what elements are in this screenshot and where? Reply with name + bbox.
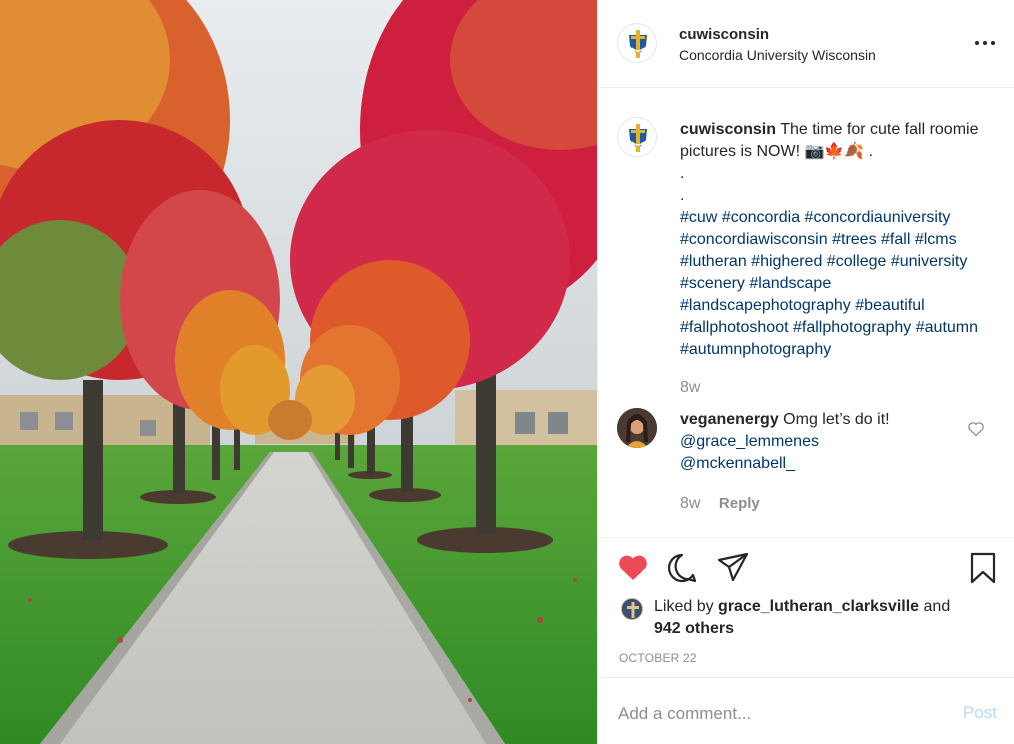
heart-filled-icon[interactable] (617, 552, 649, 582)
liked-by-text: Liked by grace_lutheran_clarksville and … (654, 596, 994, 640)
user-photo-icon (617, 408, 657, 448)
add-comment-bar: Post (598, 677, 1014, 744)
likes-count[interactable]: 942 others (654, 620, 734, 637)
hashtag-link[interactable]: #college (827, 253, 887, 270)
fall-trees-walkway-image (0, 0, 597, 744)
cross-shield-logo-icon (629, 30, 647, 58)
reply-timestamp[interactable]: 8w (680, 495, 700, 512)
comment-input[interactable] (618, 702, 938, 726)
reply-body: Omg let’s do it! (783, 411, 890, 428)
liked-by-username[interactable]: grace_lutheran_clarksville (718, 598, 919, 615)
liked-by-avatar[interactable] (621, 598, 643, 620)
church-logo-icon (622, 599, 642, 619)
hashtag-link[interactable]: #fall (881, 231, 910, 248)
post-actions: Liked by grace_lutheran_clarksville and … (598, 537, 1014, 677)
hashtag-link[interactable]: #beautiful (855, 297, 924, 314)
hashtag-link[interactable]: #highered (751, 253, 822, 270)
post-photo[interactable] (0, 0, 597, 744)
comment-bubble-icon[interactable] (666, 552, 698, 584)
mention-link[interactable]: @mckennabell_ (680, 453, 970, 475)
post-date[interactable]: OCTOBER 22 (619, 651, 697, 665)
post-header: cuwisconsin Concordia University Wiscons… (598, 0, 1014, 88)
caption-dot: . (680, 165, 685, 182)
reply-text: veganenergy Omg let’s do it! @grace_lemm… (680, 409, 970, 475)
more-options-icon[interactable] (973, 33, 997, 53)
caption-dot: . (680, 187, 685, 204)
hashtag-link[interactable]: #university (891, 253, 967, 270)
hashtag-link[interactable]: #fallphotography (793, 319, 911, 336)
hashtag-link[interactable]: #autumnphotography (680, 341, 831, 358)
caption-text: cuwisconsin The time for cute fall roomi… (680, 119, 1000, 361)
hashtag-link[interactable]: #landscapephotography (680, 297, 851, 314)
hashtag-link[interactable]: #autumn (916, 319, 978, 336)
bookmark-icon[interactable] (970, 552, 996, 584)
share-plane-icon[interactable] (717, 552, 749, 582)
reply-meta: 8w Reply (680, 495, 760, 513)
mention-link[interactable]: @grace_lemmenes (680, 431, 970, 453)
hashtag-link[interactable]: #landscape (749, 275, 831, 292)
reply-avatar[interactable] (617, 408, 657, 448)
reply-username[interactable]: veganenergy (680, 411, 779, 428)
caption-hashtags: #cuw #concordia #concordiauniversity #co… (680, 207, 1000, 361)
hashtag-link[interactable]: #scenery (680, 275, 745, 292)
account-username[interactable]: cuwisconsin (679, 26, 769, 43)
liked-by-conjunction: and (923, 598, 951, 615)
comments-section[interactable]: cuwisconsin The time for cute fall roomi… (598, 89, 1014, 537)
caption-username[interactable]: cuwisconsin (680, 121, 776, 138)
post-comment-button[interactable]: Post (963, 703, 997, 723)
reply-button[interactable]: Reply (719, 495, 760, 512)
hashtag-link[interactable]: #lutheran (680, 253, 747, 270)
account-subtitle[interactable]: Concordia University Wisconsin (679, 47, 876, 63)
hashtag-link[interactable]: #lcms (915, 231, 957, 248)
hashtag-link[interactable]: #fallphotoshoot (680, 319, 789, 336)
account-avatar[interactable] (617, 23, 657, 63)
caption-avatar[interactable] (617, 117, 657, 157)
hashtag-link[interactable]: #concordiawisconsin (680, 231, 828, 248)
hashtag-link[interactable]: #cuw (680, 209, 717, 226)
post-side-panel: cuwisconsin Concordia University Wiscons… (597, 0, 1014, 744)
caption-timestamp[interactable]: 8w (680, 379, 700, 397)
liked-by-prefix: Liked by (654, 598, 714, 615)
hashtag-link[interactable]: #concordia (722, 209, 800, 226)
hashtag-link[interactable]: #concordiauniversity (805, 209, 951, 226)
cross-shield-logo-icon (629, 124, 647, 152)
hashtag-link[interactable]: #trees (832, 231, 876, 248)
comment-like-heart-icon[interactable] (967, 421, 985, 437)
